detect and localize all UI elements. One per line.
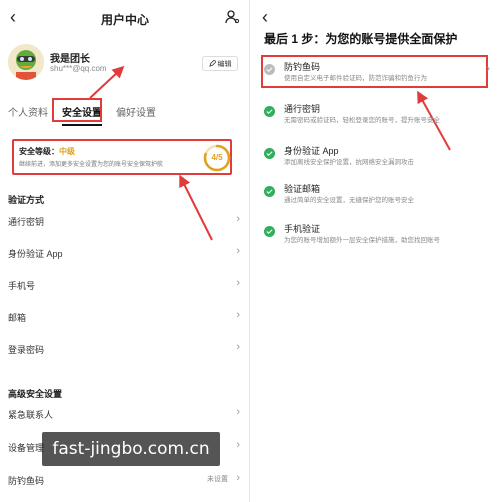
row-label: 手机号 [8,281,36,291]
user-center-panel: ‹ 用户中心 我是团长 shu***@qq.com 编辑 个人资料 安全设置 偏… [0,0,250,502]
pending-check-icon [264,64,275,75]
chevron-right-icon: › [236,439,240,451]
row-label: 身份验证 App [8,249,63,259]
row-label: 设备管理 [8,443,45,453]
step-phone-verify[interactable]: 手机验证 为您的账号增加额外一层安全保护措施，助您找回账号 [264,220,490,248]
chevron-right-icon: › [236,406,240,418]
verify-item-login-password[interactable]: 登录密码 › [8,338,240,360]
verify-item-email[interactable]: 邮箱 › [8,306,240,328]
protection-steps-panel: ‹ 最后 1 步：为您的账号提供全面保护 防钓鱼码 使用自定义电子邮件验证码，防… [250,0,500,502]
verify-section-header: 验证方式 [8,195,45,205]
security-level-text: 安全等级：中级 [19,146,75,157]
advanced-item-anti-phishing[interactable]: 防钓鱼码 未设置 › [8,469,240,491]
step-authenticator-app[interactable]: 身份验证 App 添加离线安全保护设置，抗网络安全漏洞攻击 [264,142,490,170]
watermark: fast-jingbo.com.cn [42,432,220,466]
check-circle-icon [264,226,275,237]
chevron-right-icon: › [236,341,240,353]
step-desc: 无需密码或验证码，轻松登录您的账号，提升账号安全 [284,117,440,124]
step-desc: 添加离线安全保护设置，抗网络安全漏洞攻击 [284,159,414,166]
security-level-card[interactable]: 安全等级：中级 继续前进，添加更多安全设置为您的账号安全保驾护航 4/5 [12,139,232,175]
step-verify-email[interactable]: 验证邮箱 通过简单的安全设置，无缝保护您的账号安全 [264,180,490,208]
chevron-right-icon: › [236,245,240,257]
chevron-right-icon: › [486,63,490,75]
check-circle-icon [264,106,275,117]
arrow-to-tab [89,65,125,99]
step-desc: 通过简单的安全设置，无缝保护您的账号安全 [284,197,414,204]
chevron-right-icon: › [236,213,240,225]
check-circle-icon [264,148,275,159]
advanced-item-emergency-contact[interactable]: 紧急联系人 › [8,403,240,425]
chevron-right-icon: › [236,309,240,321]
chevron-right-icon: › [236,277,240,289]
chevron-right-icon: › [236,472,240,484]
security-level-value: 中级 [59,147,75,156]
step-desc: 使用自定义电子邮件验证码，防范诈骗和钓鱼行为 [284,75,427,82]
row-value: 未设置 [207,476,228,483]
verify-item-passkey[interactable]: 通行密钥 › [8,210,240,232]
step-anti-phishing-code[interactable]: 防钓鱼码 使用自定义电子邮件验证码，防范诈骗和钓鱼行为 › [264,58,490,86]
row-label: 邮箱 [8,313,27,323]
step-passkey[interactable]: 通行密钥 无需密码或验证码，轻松登录您的账号，提升账号安全 [264,100,490,128]
security-level-label: 安全等级： [19,147,59,156]
security-score: 4/5 [211,153,223,162]
row-label: 防钓鱼码 [8,476,45,486]
step-desc: 为您的账号增加额外一层安全保护措施，助您找回账号 [284,237,440,244]
verify-item-phone[interactable]: 手机号 › [8,274,240,296]
row-label: 通行密钥 [8,217,45,227]
row-label: 登录密码 [8,345,45,355]
verify-item-authenticator[interactable]: 身份验证 App › [8,242,240,264]
check-circle-icon [264,186,275,197]
row-label: 紧急联系人 [8,410,54,420]
advanced-section-header: 高级安全设置 [8,389,63,399]
security-desc: 继续前进，添加更多安全设置为您的账号安全保驾护航 [19,162,164,168]
